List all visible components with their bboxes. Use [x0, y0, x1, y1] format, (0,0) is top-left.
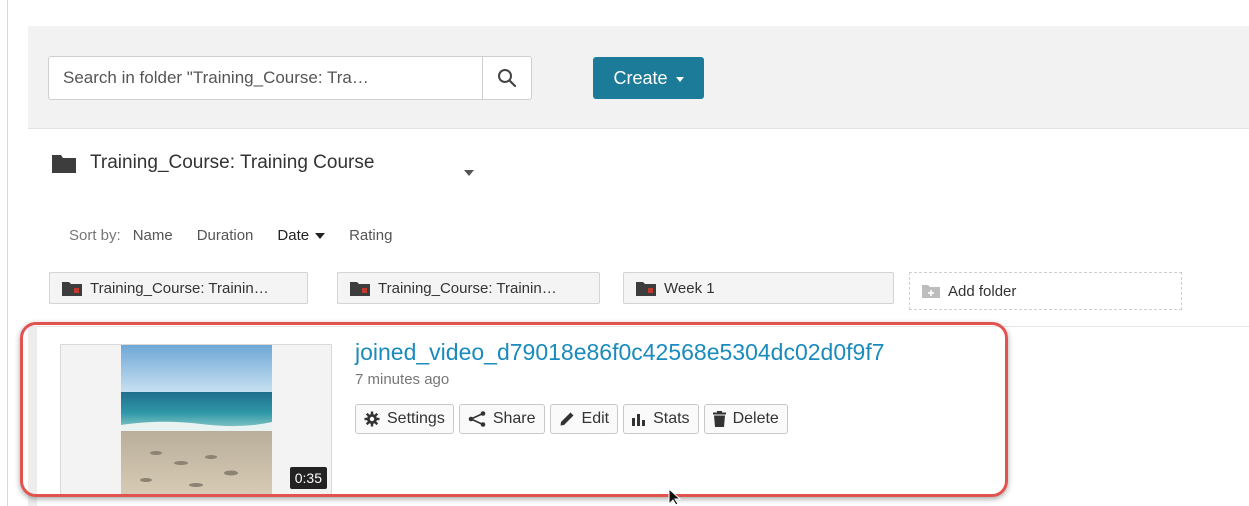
- subfolder-item[interactable]: Week 1: [623, 272, 894, 304]
- sort-label: Sort by:: [69, 227, 121, 244]
- folder-header: Training_Course: Training Course: [52, 152, 374, 174]
- thumbnail-image: [121, 345, 272, 497]
- delete-label: Delete: [732, 410, 779, 427]
- sort-bar: Sort by: Name Duration Date Rating: [69, 227, 416, 244]
- sort-date-label: Date: [277, 227, 310, 244]
- search-button[interactable]: [482, 57, 531, 99]
- subfolder-label: Week 1: [664, 279, 715, 297]
- share-label: Share: [492, 410, 536, 427]
- search-input[interactable]: [49, 57, 482, 99]
- duration-badge: 0:35: [289, 467, 327, 489]
- subfolder-label: Training_Course: Trainin…: [378, 279, 557, 297]
- folder-icon: [350, 281, 370, 296]
- edit-label: Edit: [581, 410, 610, 427]
- pencil-icon: [560, 412, 574, 426]
- gear-icon: [364, 411, 380, 427]
- bar-chart-icon: [632, 414, 646, 426]
- search-icon: [498, 69, 517, 88]
- delete-button[interactable]: Delete: [703, 404, 788, 434]
- folder-dropdown-caret-icon[interactable]: [464, 170, 474, 176]
- video-timestamp: 7 minutes ago: [355, 371, 450, 388]
- subfolder-item[interactable]: Training_Course: Trainin…: [49, 272, 308, 304]
- settings-label: Settings: [387, 410, 445, 427]
- stats-button[interactable]: Stats: [623, 404, 699, 434]
- caret-down-icon: [675, 76, 684, 82]
- row-strip: [28, 327, 37, 506]
- share-icon: [468, 411, 486, 427]
- video-title-link[interactable]: joined_video_d79018e86f0c42568e5304dc02d…: [355, 339, 885, 366]
- mouse-cursor-icon: [668, 488, 682, 506]
- sort-name[interactable]: Name: [133, 227, 173, 244]
- sort-date[interactable]: Date: [277, 227, 326, 244]
- video-thumbnail[interactable]: 0:35: [60, 344, 332, 497]
- trash-icon: [712, 411, 726, 427]
- folder-title: Training_Course: Training Course: [90, 152, 375, 173]
- create-button[interactable]: Create: [593, 57, 704, 99]
- subfolder-label: Training_Course: Trainin…: [90, 279, 269, 297]
- sort-duration[interactable]: Duration: [197, 227, 254, 244]
- beach-image: [121, 345, 272, 497]
- settings-button[interactable]: Settings: [355, 404, 454, 434]
- folder-plus-icon: [922, 285, 940, 298]
- stats-label: Stats: [653, 410, 690, 427]
- search-box: [48, 56, 532, 100]
- sort-rating[interactable]: Rating: [349, 227, 392, 244]
- folder-icon: [52, 155, 76, 173]
- toolbar-area: Create: [28, 26, 1249, 129]
- folder-icon: [62, 281, 82, 296]
- add-folder-label: Add folder: [948, 282, 1017, 300]
- subfolder-item[interactable]: Training_Course: Trainin…: [337, 272, 600, 304]
- share-button[interactable]: Share: [458, 404, 545, 434]
- edit-button[interactable]: Edit: [549, 404, 619, 434]
- video-actions: Settings Share Edit Stats Delete: [355, 404, 788, 434]
- add-folder-button[interactable]: Add folder: [909, 272, 1182, 310]
- create-label: Create: [613, 67, 668, 88]
- folder-icon: [636, 281, 656, 296]
- sort-caret-icon: [315, 232, 326, 239]
- left-divider: [7, 0, 8, 506]
